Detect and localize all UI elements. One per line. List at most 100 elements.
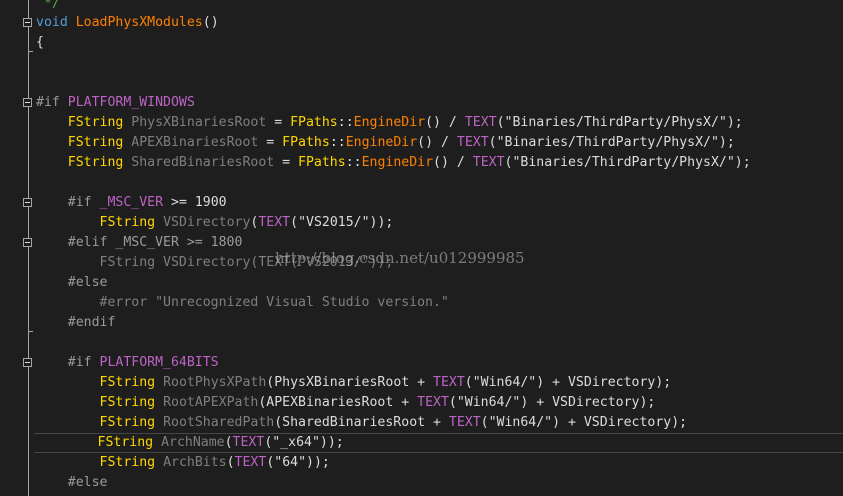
code-token: (APEXBinariesRoot + (258, 395, 418, 410)
code-token: #elif (67, 235, 116, 250)
code-token: FString (99, 415, 156, 430)
comment-end: */ (44, 0, 60, 11)
code-token: ArchName (161, 435, 225, 450)
code-token: void (36, 15, 68, 30)
code-line-16[interactable]: #endif (36, 313, 116, 333)
code-token: PhysXBinariesRoot (131, 115, 267, 130)
code-token: #endif (67, 315, 116, 330)
code-line-24[interactable]: #else (36, 473, 108, 493)
code-token: ("Win64/") + VSDirectory); (480, 415, 688, 430)
code-line-5[interactable]: #if PLATFORM_WINDOWS (36, 93, 195, 113)
code-token: ("Win64/") + VSDirectory); (464, 375, 672, 390)
code-token: TEXT (456, 135, 489, 150)
code-token: FString (99, 395, 156, 410)
code-token: ("64")); (266, 455, 330, 470)
code-line-10[interactable]: #if _MSC_VER >= 1900 (36, 193, 227, 213)
watermark: http://blog.csdn.net/u012999985 (275, 249, 525, 267)
code-line-20[interactable]: FString RootAPEXPath(APEXBinariesRoot + … (36, 393, 656, 413)
code-editor[interactable]: */ void LoadPhysXModules() {#if PLATFORM_… (0, 0, 843, 496)
code-token: ( (226, 455, 235, 470)
code-line-23[interactable]: FString ArchBits(TEXT("64")); (36, 453, 330, 473)
code-token: :: (329, 135, 346, 150)
collapse-icon[interactable] (23, 98, 32, 107)
code-token: FString (99, 215, 156, 230)
code-token: () / (433, 155, 473, 170)
code-line-21[interactable]: FString RootSharedPath(SharedBinariesRoo… (36, 413, 688, 433)
code-token: ("Binaries/ThirdParty/PhysX/"); (496, 115, 743, 130)
code-token: FString (67, 155, 124, 170)
code-line-6[interactable]: FString PhysXBinariesRoot = FPaths::Engi… (36, 113, 743, 133)
code-line-19[interactable]: FString RootPhysXPath(PhysXBinariesRoot … (36, 373, 672, 393)
code-token: TEXT (417, 395, 449, 410)
collapse-icon[interactable] (23, 358, 32, 367)
code-token: ("Win64/") + VSDirectory); (448, 395, 656, 410)
code-token: TEXT (232, 435, 265, 450)
code-line-2[interactable]: { (36, 33, 44, 53)
collapse-icon[interactable] (23, 238, 32, 247)
code-token: #if (67, 195, 100, 210)
code-line-1[interactable]: void LoadPhysXModules() (36, 13, 219, 33)
collapse-icon[interactable] (23, 198, 32, 207)
code-line-12[interactable]: #elif _MSC_VER >= 1800 (36, 233, 243, 253)
code-token: TEXT (464, 115, 497, 130)
code-token: FString (99, 455, 156, 470)
code-token: () / (425, 115, 465, 130)
outline-end-tick (28, 331, 33, 332)
code-token: LoadPhysXModules (75, 15, 203, 30)
code-token: () / (417, 135, 457, 150)
code-token: #if (36, 95, 68, 110)
code-token: PLATFORM_WINDOWS (67, 95, 195, 110)
code-token: FString (97, 435, 154, 450)
code-token: SharedBinariesRoot (131, 155, 275, 170)
code-line-8[interactable]: FString SharedBinariesRoot = FPaths::Eng… (36, 153, 751, 173)
code-token: () (202, 15, 219, 30)
code-token: >= 1900 (163, 195, 227, 210)
code-token: ("Binaries/ThirdParty/PhysX/"); (488, 135, 735, 150)
code-token: TEXT (234, 455, 267, 470)
code-token: EngineDir (361, 155, 434, 170)
code-line-15[interactable]: #error "Unrecognized Visual Studio versi… (36, 293, 449, 313)
code-token: (PhysXBinariesRoot + (266, 375, 434, 390)
code-token: ArchBits (163, 455, 227, 470)
code-token: PLATFORM_64BITS (99, 355, 219, 370)
code-token: :: (345, 155, 362, 170)
code-token: FPaths (290, 115, 338, 130)
code-token: :: (337, 115, 354, 130)
code-token: TEXT (433, 375, 465, 390)
code-token: = (258, 135, 283, 150)
code-token: RootSharedPath (163, 415, 275, 430)
code-token: VSDirectory (163, 215, 251, 230)
code-line-14[interactable]: #else (36, 273, 108, 293)
code-token: #else (67, 275, 108, 290)
code-token: #else (67, 475, 108, 490)
code-token: FString (67, 135, 124, 150)
code-token: TEXT (472, 155, 505, 170)
code-token: EngineDir (345, 135, 418, 150)
code-token: ("VS2015/")); (290, 215, 394, 230)
code-line-7[interactable]: FString APEXBinariesRoot = FPaths::Engin… (36, 133, 735, 153)
code-token: RootAPEXPath (163, 395, 259, 410)
code-line-11[interactable]: FString VSDirectory(TEXT("VS2015/")); (36, 213, 394, 233)
code-line-22[interactable]: FString ArchName(TEXT("_x64")); (34, 433, 843, 453)
code-line-18[interactable]: #if PLATFORM_64BITS (36, 353, 219, 373)
collapse-icon[interactable] (23, 18, 32, 27)
